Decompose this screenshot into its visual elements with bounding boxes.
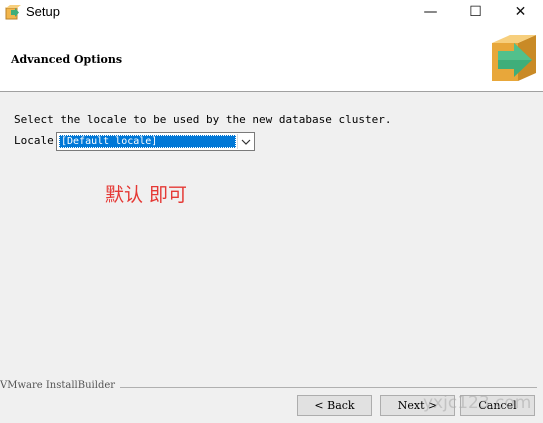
locale-selected-value: [Default locale] (59, 135, 236, 148)
chevron-down-icon[interactable] (237, 134, 253, 149)
app-icon (5, 4, 21, 20)
locale-label: Locale (14, 134, 54, 147)
title-bar: Setup — ☐ ✕ (0, 0, 543, 24)
back-button[interactable]: < Back (297, 395, 372, 416)
locale-description: Select the locale to be used by the new … (14, 113, 392, 126)
page-header: Advanced Options (0, 24, 543, 92)
locale-select[interactable]: [Default locale] (56, 132, 255, 151)
window-title: Setup (26, 4, 60, 19)
minimize-button[interactable]: — (408, 0, 453, 24)
watermark: yxjc123.com (423, 393, 532, 413)
box-arrow-icon (488, 29, 540, 85)
page-title: Advanced Options (11, 53, 123, 66)
close-button[interactable]: ✕ (498, 0, 543, 24)
footer-brand: VMware InstallBuilder (0, 380, 121, 391)
maximize-button[interactable]: ☐ (453, 0, 498, 24)
annotation-text: 默认 即可 (105, 184, 188, 206)
